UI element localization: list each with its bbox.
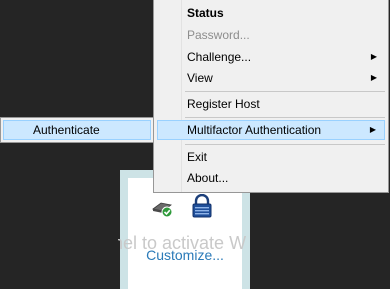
menu-item-register-host[interactable]: Register Host	[157, 94, 385, 114]
menu-item-label: Password...	[187, 28, 250, 42]
lock-icon[interactable]	[190, 193, 214, 218]
menu-item-exit[interactable]: Exit	[157, 147, 385, 167]
menu-separator	[185, 91, 385, 92]
menu-item-label: Challenge...	[187, 50, 252, 64]
submenu-arrow-icon: ▶	[369, 125, 376, 134]
menu-item-about[interactable]: About...	[157, 168, 385, 188]
customize-link[interactable]: Customize...	[120, 247, 250, 263]
menu-item-label: Status	[187, 6, 224, 20]
submenu-item-authenticate[interactable]: Authenticate	[3, 120, 151, 140]
menu-item-label: Multifactor Authentication	[187, 123, 322, 137]
submenu-item-label: Authenticate	[33, 123, 100, 137]
network-key-icon[interactable]	[150, 197, 174, 219]
context-menu: Status Password... Challenge... ▶ View ▶…	[153, 0, 389, 193]
menu-item-label: Register Host	[187, 97, 260, 111]
submenu-multifactor: Authenticate	[0, 117, 154, 143]
menu-item-label: View	[187, 71, 213, 85]
menu-item-status[interactable]: Status	[157, 3, 385, 23]
submenu-arrow-icon: ▶	[370, 73, 377, 82]
menu-separator	[185, 144, 385, 145]
menu-item-password: Password...	[157, 25, 385, 45]
menu-item-view[interactable]: View ▶	[157, 68, 385, 88]
menu-separator	[185, 117, 385, 118]
menu-item-label: About...	[187, 171, 229, 185]
submenu-arrow-icon: ▶	[370, 52, 377, 61]
menu-item-challenge[interactable]: Challenge... ▶	[157, 47, 385, 67]
menu-item-label: Exit	[187, 150, 208, 164]
menu-item-multifactor-authentication[interactable]: Multifactor Authentication ▶	[157, 120, 385, 140]
